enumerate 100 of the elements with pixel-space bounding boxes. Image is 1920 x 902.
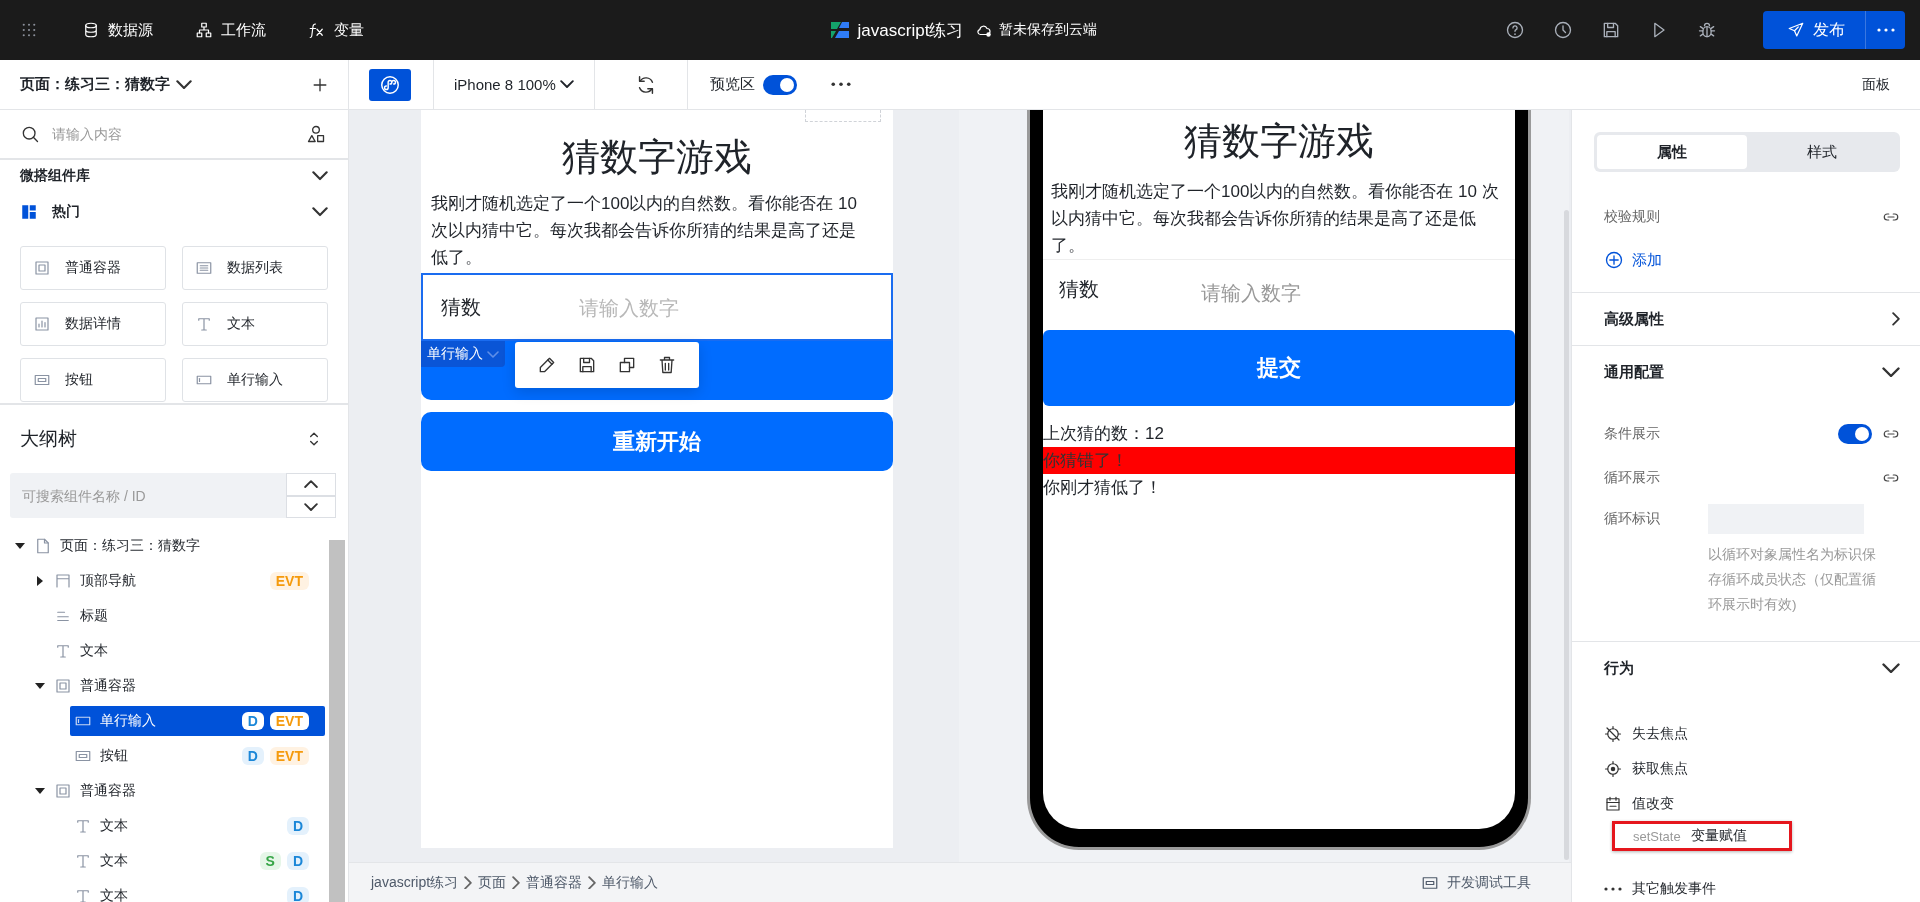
scrollbar[interactable] [1564, 210, 1569, 860]
tag: D [241, 746, 264, 765]
container-icon [54, 781, 72, 800]
component-card[interactable]: 按钮 [20, 358, 166, 402]
chevron-down-icon[interactable] [1882, 662, 1900, 674]
component-card[interactable]: 文本 [182, 302, 328, 346]
publish-button[interactable]: 发布 [1763, 11, 1865, 49]
page-icon [34, 536, 52, 555]
calendar-icon [1604, 794, 1622, 813]
previous-button[interactable] [286, 473, 336, 496]
blocks-icon [20, 203, 38, 221]
page-selector[interactable]: 页面：练习三：猜数字 [20, 75, 170, 94]
bug-icon[interactable] [1697, 20, 1717, 40]
chevron-down-icon [487, 350, 499, 358]
nav-item[interactable]: 变量 [308, 20, 364, 40]
focus-target-icon [1604, 759, 1622, 778]
next-button[interactable] [286, 495, 336, 518]
function-icon [308, 21, 326, 39]
breadcrumb-item[interactable]: 单行输入 [602, 873, 659, 892]
more-icon[interactable] [830, 82, 851, 87]
chevron-down-icon[interactable] [1882, 366, 1900, 378]
tree-item[interactable]: 单行输入 D EVT [70, 705, 325, 736]
tab[interactable]: 属性 [1597, 135, 1747, 169]
save-icon[interactable] [577, 355, 597, 375]
help-icon[interactable] [1505, 20, 1525, 40]
collapse-caret[interactable] [35, 682, 45, 689]
toggle-switch[interactable] [1838, 424, 1872, 444]
component-card[interactable]: 普通容器 [20, 246, 166, 290]
toggle-switch[interactable] [762, 74, 797, 95]
hint-text: 你刚才猜低了！ [1043, 477, 1163, 499]
add-button[interactable]: 添加 [1604, 250, 1662, 270]
field-label: 猜数 [441, 294, 482, 320]
result-text: 你猜错了！ [1043, 447, 1515, 474]
breadcrumb-item[interactable]: javascript练习 [371, 873, 459, 892]
section-title: 高级属性 [1604, 309, 1664, 329]
copy-icon[interactable] [617, 355, 637, 375]
debug-tools-button[interactable]: 开发调试工具 [1421, 873, 1531, 892]
tag: EVT [269, 746, 309, 765]
submit-button[interactable]: 提交 [1043, 330, 1515, 406]
chevron-down-icon[interactable] [312, 171, 328, 181]
edit-icon[interactable] [537, 355, 557, 375]
page-title: 猜数字游戏 [1183, 119, 1375, 164]
event-label: 值改变 [1632, 794, 1674, 813]
component-card[interactable]: 单行输入 [182, 358, 328, 402]
tag: S [259, 851, 281, 870]
search-field[interactable]: 可搜索组件名称 / ID [10, 473, 286, 518]
mini-app-icon [379, 73, 401, 96]
add-icon [1604, 250, 1624, 270]
chevron-down-icon [559, 80, 574, 89]
tree-item[interactable]: 文本 D [70, 810, 325, 841]
grid-icon[interactable] [20, 21, 38, 39]
chevron-down-icon[interactable] [312, 207, 328, 217]
event-label: 失去焦点 [1632, 724, 1688, 743]
more-icon [1604, 886, 1622, 891]
chevron-right-icon [588, 875, 597, 890]
tree-item[interactable]: 文本 S D [70, 845, 325, 876]
save-icon[interactable] [1601, 20, 1621, 40]
collapse-caret[interactable] [35, 787, 45, 794]
nav-item[interactable]: 数据源 [82, 20, 153, 40]
chevron-down-icon [176, 79, 192, 90]
event-label: 其它触发事件 [1632, 879, 1716, 898]
expand-caret[interactable] [37, 575, 43, 586]
navbar-icon [54, 571, 72, 590]
device-dropdown[interactable]: iPhone 8 100% [434, 76, 594, 93]
tag: D [286, 851, 309, 870]
tree-item[interactable]: 标题 [50, 600, 325, 631]
panel-button[interactable]: 面板 [1862, 75, 1890, 94]
tree-item[interactable]: 文本 D [70, 880, 325, 902]
breadcrumb-item[interactable]: 页面 [478, 873, 507, 892]
section-title: 微搭组件库 [20, 167, 90, 185]
scrollbar[interactable] [329, 540, 345, 902]
component-card[interactable]: 数据详情 [20, 302, 166, 346]
clock-icon[interactable] [1553, 20, 1573, 40]
tree-item[interactable]: 文本 [50, 635, 325, 666]
tab[interactable]: 样式 [1747, 135, 1897, 169]
tree-item[interactable]: 页面：练习三：猜数字 [30, 530, 325, 561]
delete-icon[interactable] [657, 355, 677, 375]
shapes-icon[interactable] [306, 124, 326, 144]
action-item[interactable]: setState 变量赋值 [1612, 821, 1792, 851]
tag: EVT [269, 711, 309, 730]
field-label: 循环展示 [1604, 469, 1661, 487]
restart-button[interactable]: 重新开始 [421, 412, 893, 471]
help-text: 以循环对象属性名为标识保存循环成员状态（仅配置循环展示时有效) [1708, 546, 1876, 614]
component-card[interactable]: 数据列表 [182, 246, 328, 290]
chevron-up-icon [304, 480, 318, 489]
flowchart-icon [195, 21, 213, 39]
tree-item[interactable]: 按钮 D EVT [70, 740, 325, 771]
tree-item[interactable]: 普通容器 [50, 670, 325, 701]
action-type: setState [1633, 828, 1681, 844]
nav-item[interactable]: 工作流 [195, 20, 266, 40]
chevron-right-icon[interactable] [1892, 312, 1900, 326]
tree-item[interactable]: 普通容器 [50, 775, 325, 806]
breadcrumb-item[interactable]: 普通容器 [526, 873, 583, 892]
selection-tag[interactable]: 单行输入 [421, 341, 505, 367]
collapse-caret[interactable] [15, 542, 25, 549]
mini-app-button[interactable] [369, 68, 411, 101]
search-icon [20, 124, 40, 144]
category-title: 热门 [52, 203, 80, 221]
tree-item[interactable]: 顶部导航 EVT [50, 565, 325, 596]
selected-form-item[interactable]: 猜数 请输入数字 [421, 273, 893, 341]
